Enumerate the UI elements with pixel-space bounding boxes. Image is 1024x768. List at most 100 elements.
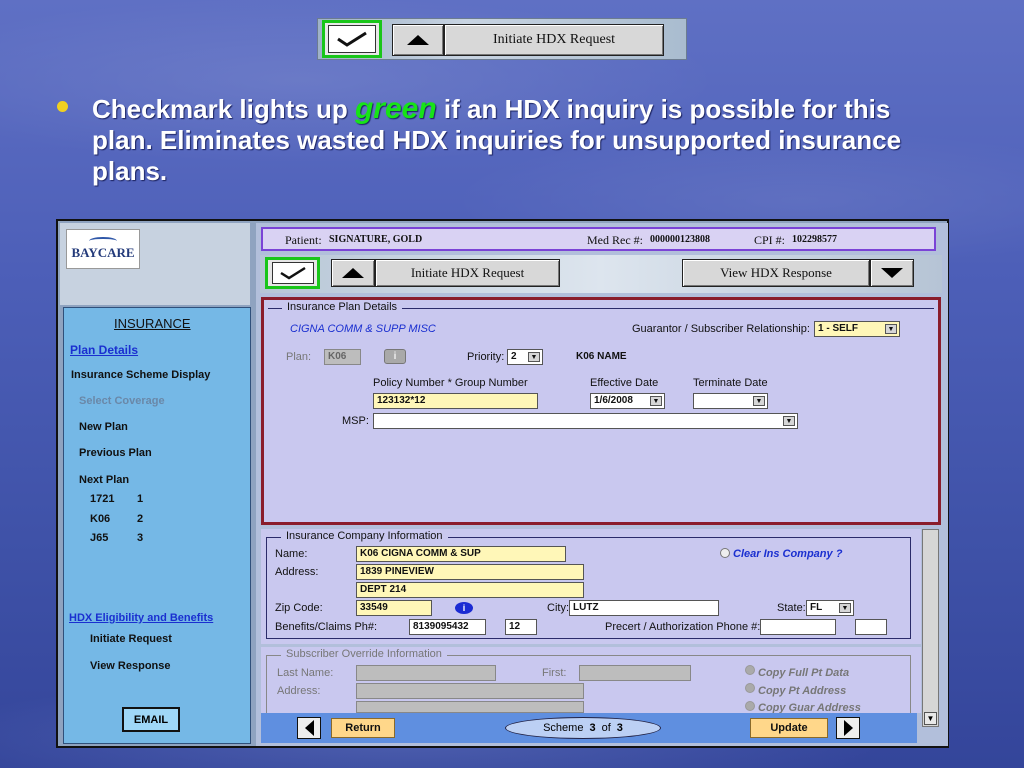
triangle-down-icon: [881, 268, 903, 278]
effective-date-value: 1/6/2008: [594, 395, 633, 406]
app-window: BAYCARE INSURANCE Plan Details Insurance…: [56, 219, 949, 748]
effective-date-select[interactable]: 1/6/2008 ▼: [590, 393, 665, 409]
subscriber-address-input[interactable]: [356, 683, 584, 699]
triangle-right-icon: [843, 720, 853, 736]
sidebar-item-plan-details[interactable]: Plan Details: [70, 343, 138, 357]
dropdown-arrow-icon: ▼: [753, 396, 765, 406]
hdx-checkmark-button[interactable]: [265, 257, 320, 289]
sidebar-link-hdx-eligibility[interactable]: HDX Eligibility and Benefits: [69, 612, 213, 624]
next-plan-code[interactable]: J65: [90, 532, 108, 544]
bullet-green-word: green: [354, 92, 437, 125]
scroll-down-button[interactable]: [870, 259, 914, 287]
subscriber-legend: Subscriber Override Information: [281, 648, 447, 660]
next-plan-num: 2: [137, 513, 144, 525]
phone-value: 8139095432: [413, 621, 469, 632]
plan-value: K06: [328, 351, 347, 362]
zip-info-icon[interactable]: i: [455, 602, 473, 614]
triangle-left-icon: [304, 720, 314, 736]
vertical-scrollbar[interactable]: ▼: [922, 529, 939, 727]
next-scheme-button[interactable]: [836, 717, 860, 739]
precert-ext-input[interactable]: [855, 619, 887, 635]
copy-full-label: Copy Full Pt Data: [758, 667, 850, 679]
checkmark-icon: [271, 262, 314, 284]
plan-info-icon[interactable]: i: [384, 349, 406, 364]
address-line1-input[interactable]: 1839 PINEVIEW: [356, 564, 584, 580]
initiate-hdx-request-label: Initiate HDX Request: [492, 32, 616, 47]
bullet-text: Checkmark lights up green if an HDX inqu…: [92, 93, 932, 187]
checkmark-icon: [328, 25, 376, 53]
bottom-nav-bar: Return Scheme 3 of 3 Update: [261, 713, 917, 743]
copy-address-label: Copy Pt Address: [758, 685, 847, 697]
city-value: LUTZ: [573, 602, 599, 613]
city-label: City:: [547, 602, 569, 614]
email-button[interactable]: EMAIL: [122, 707, 180, 732]
company-name-input[interactable]: K06 CIGNA COMM & SUP: [356, 546, 566, 562]
dropdown-arrow-icon: ▼: [839, 603, 851, 613]
bullet-dot: [57, 101, 68, 112]
company-name-label: Name:: [275, 548, 308, 560]
scroll-down-arrow-icon[interactable]: ▼: [924, 712, 937, 725]
first-name-label: First:: [542, 667, 567, 679]
dropdown-arrow-icon: ▼: [528, 352, 540, 362]
scheme-label: Scheme: [543, 722, 584, 734]
phone-input[interactable]: 8139095432: [409, 619, 486, 635]
clear-company-label: Clear Ins Company ?: [733, 548, 843, 560]
main-panel: Patient: SIGNATURE, GOLD Med Rec #: 0000…: [256, 223, 948, 746]
guarantor-select[interactable]: 1 - SELF ▼: [814, 321, 900, 337]
scheme-total: 3: [616, 722, 623, 734]
view-hdx-response-button[interactable]: View HDX Response: [682, 259, 870, 287]
subscriber-address2-input[interactable]: [356, 701, 584, 713]
terminate-date-select[interactable]: ▼: [693, 393, 768, 409]
address-line2-input[interactable]: DEPT 214: [356, 582, 584, 598]
hdx-checkmark-button[interactable]: [322, 20, 382, 58]
scroll-up-button[interactable]: [331, 259, 375, 287]
sidebar-item-new-plan[interactable]: New Plan: [79, 421, 128, 433]
return-button[interactable]: Return: [331, 718, 395, 738]
first-name-input[interactable]: [579, 665, 691, 681]
copy-address-radio[interactable]: [745, 683, 755, 693]
dropdown-arrow-icon: ▼: [783, 416, 795, 426]
guarantor-label: Guarantor / Subscriber Relationship:: [632, 323, 810, 335]
initiate-hdx-request-button[interactable]: Initiate HDX Request: [444, 24, 664, 56]
priority-label: Priority:: [467, 351, 505, 363]
zip-value: 33549: [360, 602, 388, 613]
sidebar-item-view-response[interactable]: View Response: [90, 660, 171, 672]
copy-guar-radio[interactable]: [745, 701, 755, 711]
city-input[interactable]: LUTZ: [569, 600, 719, 616]
patient-name: SIGNATURE, GOLD: [329, 234, 423, 245]
msp-select[interactable]: ▼: [373, 413, 798, 429]
sidebar-item-next-plan[interactable]: Next Plan: [79, 474, 129, 486]
next-plan-code[interactable]: 1721: [90, 493, 114, 505]
initiate-hdx-request-button[interactable]: Initiate HDX Request: [375, 259, 560, 287]
patient-bar: Patient: SIGNATURE, GOLD Med Rec #: 0000…: [261, 227, 936, 251]
phone-ext-value: 12: [509, 621, 521, 632]
phone-ext-input[interactable]: 12: [505, 619, 537, 635]
update-button[interactable]: Update: [750, 718, 828, 738]
state-select[interactable]: FL ▼: [806, 600, 854, 616]
priority-select[interactable]: 2 ▼: [507, 349, 543, 365]
hdx-toolbar-callout: Initiate HDX Request: [317, 18, 687, 60]
scroll-up-button[interactable]: [392, 24, 444, 56]
cpi-label: CPI #:: [754, 233, 786, 247]
copy-full-radio[interactable]: [745, 665, 755, 675]
previous-scheme-button[interactable]: [297, 717, 321, 739]
sidebar-item-initiate-request[interactable]: Initiate Request: [90, 633, 172, 645]
sidebar-item-scheme-display[interactable]: Insurance Scheme Display: [71, 369, 210, 381]
sidebar-section-title: INSURANCE: [114, 316, 191, 331]
sidebar-item-select-coverage[interactable]: Select Coverage: [79, 395, 165, 407]
scheme-current: 3: [589, 722, 596, 734]
company-legend: Insurance Company Information: [281, 530, 448, 542]
policy-value: 123132*12: [377, 395, 426, 406]
address-line2-value: DEPT 214: [360, 584, 407, 595]
priority-value: 2: [511, 351, 517, 362]
precert-phone-input[interactable]: [760, 619, 836, 635]
policy-number-input[interactable]: 123132*12: [373, 393, 538, 409]
sidebar-item-previous-plan[interactable]: Previous Plan: [79, 447, 152, 459]
clear-company-radio[interactable]: [720, 548, 730, 558]
guarantor-value: 1 - SELF: [818, 323, 859, 334]
last-name-input[interactable]: [356, 665, 496, 681]
insurance-company-panel: Insurance Company Information Name: K06 …: [261, 529, 921, 644]
next-plan-code[interactable]: K06: [90, 513, 110, 525]
zip-input[interactable]: 33549: [356, 600, 432, 616]
zip-label: Zip Code:: [275, 602, 323, 614]
